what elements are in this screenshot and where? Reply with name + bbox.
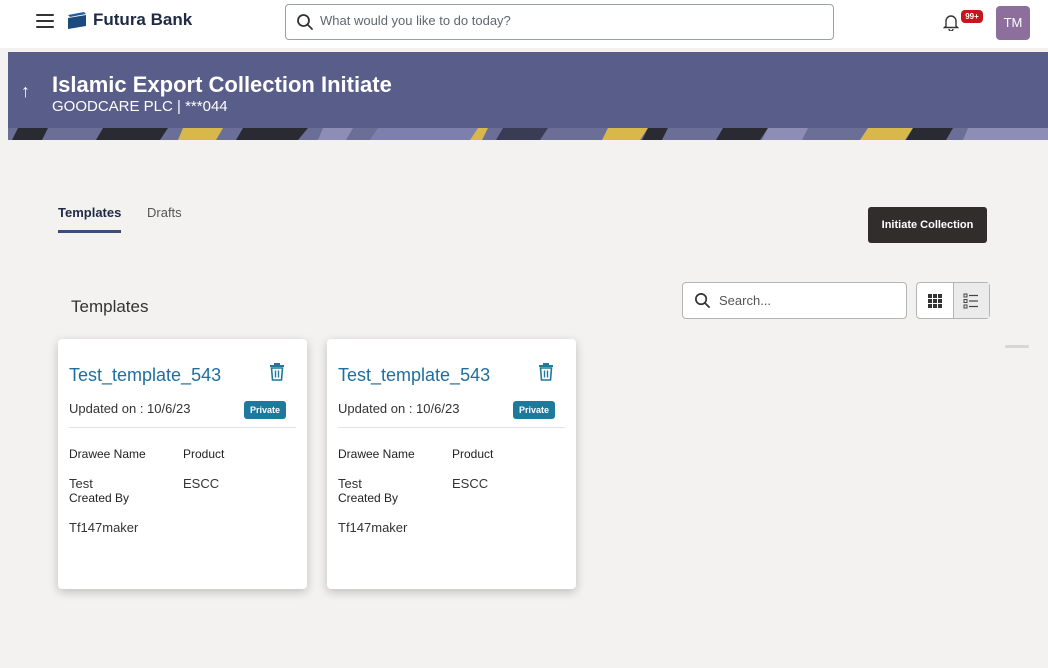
tab-templates[interactable]: Templates <box>58 205 121 220</box>
status-badge: Private <box>244 401 287 419</box>
view-toggle <box>916 282 990 319</box>
product-value: ESCC <box>452 476 489 491</box>
grid-view-icon <box>927 293 942 308</box>
global-search-input[interactable] <box>320 13 800 28</box>
notification-badge: 99+ <box>961 10 983 23</box>
template-card[interactable]: Test_template_543 Updated on : 10/6/23 P… <box>58 339 307 589</box>
bank-logo-icon <box>68 12 86 29</box>
template-card[interactable]: Test_template_543 Updated on : 10/6/23 P… <box>327 339 576 589</box>
product-value: ESCC <box>183 476 220 491</box>
updated-date: Updated on : 10/6/23 <box>338 401 460 416</box>
back-arrow-icon[interactable]: ↑ <box>21 81 30 102</box>
initiate-collection-button[interactable]: Initiate Collection <box>868 207 987 243</box>
page-title: Islamic Export Collection Initiate <box>52 72 392 97</box>
main-content: Templates Drafts Initiate Collection Tem… <box>8 140 1048 668</box>
page-subtitle: GOODCARE PLC | ***044 <box>52 98 228 115</box>
trash-icon[interactable] <box>269 363 285 381</box>
created-by-label: Created By <box>338 491 399 505</box>
updated-date: Updated on : 10/6/23 <box>69 401 191 416</box>
menu-icon[interactable] <box>36 14 54 30</box>
template-name-link[interactable]: Test_template_543 <box>69 365 221 386</box>
grid-view-button[interactable] <box>917 283 954 318</box>
bell-icon[interactable] <box>943 13 959 31</box>
list-view-icon <box>963 293 979 308</box>
active-tab-indicator <box>58 230 121 233</box>
scroll-indicator <box>1005 345 1029 348</box>
status-badge: Private <box>513 401 556 419</box>
product-label: Product <box>183 447 225 461</box>
template-search-input[interactable] <box>719 293 899 308</box>
search-icon <box>297 14 313 30</box>
global-search-box[interactable] <box>285 4 834 40</box>
drawee-name-label: Drawee Name <box>69 447 146 461</box>
trash-icon[interactable] <box>538 363 554 381</box>
template-name-link[interactable]: Test_template_543 <box>338 365 490 386</box>
list-view-button[interactable] <box>953 283 989 318</box>
drawee-name-value: Test <box>338 476 362 491</box>
section-title: Templates <box>71 297 149 316</box>
created-by-value: Tf147maker <box>338 520 408 535</box>
page-banner: ↑ Islamic Export Collection Initiate GOO… <box>8 52 1048 140</box>
created-by-label: Created By <box>69 491 130 505</box>
template-search-box[interactable] <box>682 282 907 319</box>
created-by-value: Tf147maker <box>69 520 139 535</box>
card-divider <box>69 427 296 428</box>
drawee-name-label: Drawee Name <box>338 447 415 461</box>
card-divider <box>338 427 565 428</box>
brand-name[interactable]: Futura Bank <box>93 10 192 30</box>
avatar[interactable]: TM <box>996 6 1030 40</box>
search-icon <box>695 293 710 308</box>
top-bar: Futura Bank 99+ TM <box>0 0 1048 48</box>
tab-drafts[interactable]: Drafts <box>147 205 182 220</box>
drawee-name-value: Test <box>69 476 93 491</box>
product-label: Product <box>452 447 494 461</box>
